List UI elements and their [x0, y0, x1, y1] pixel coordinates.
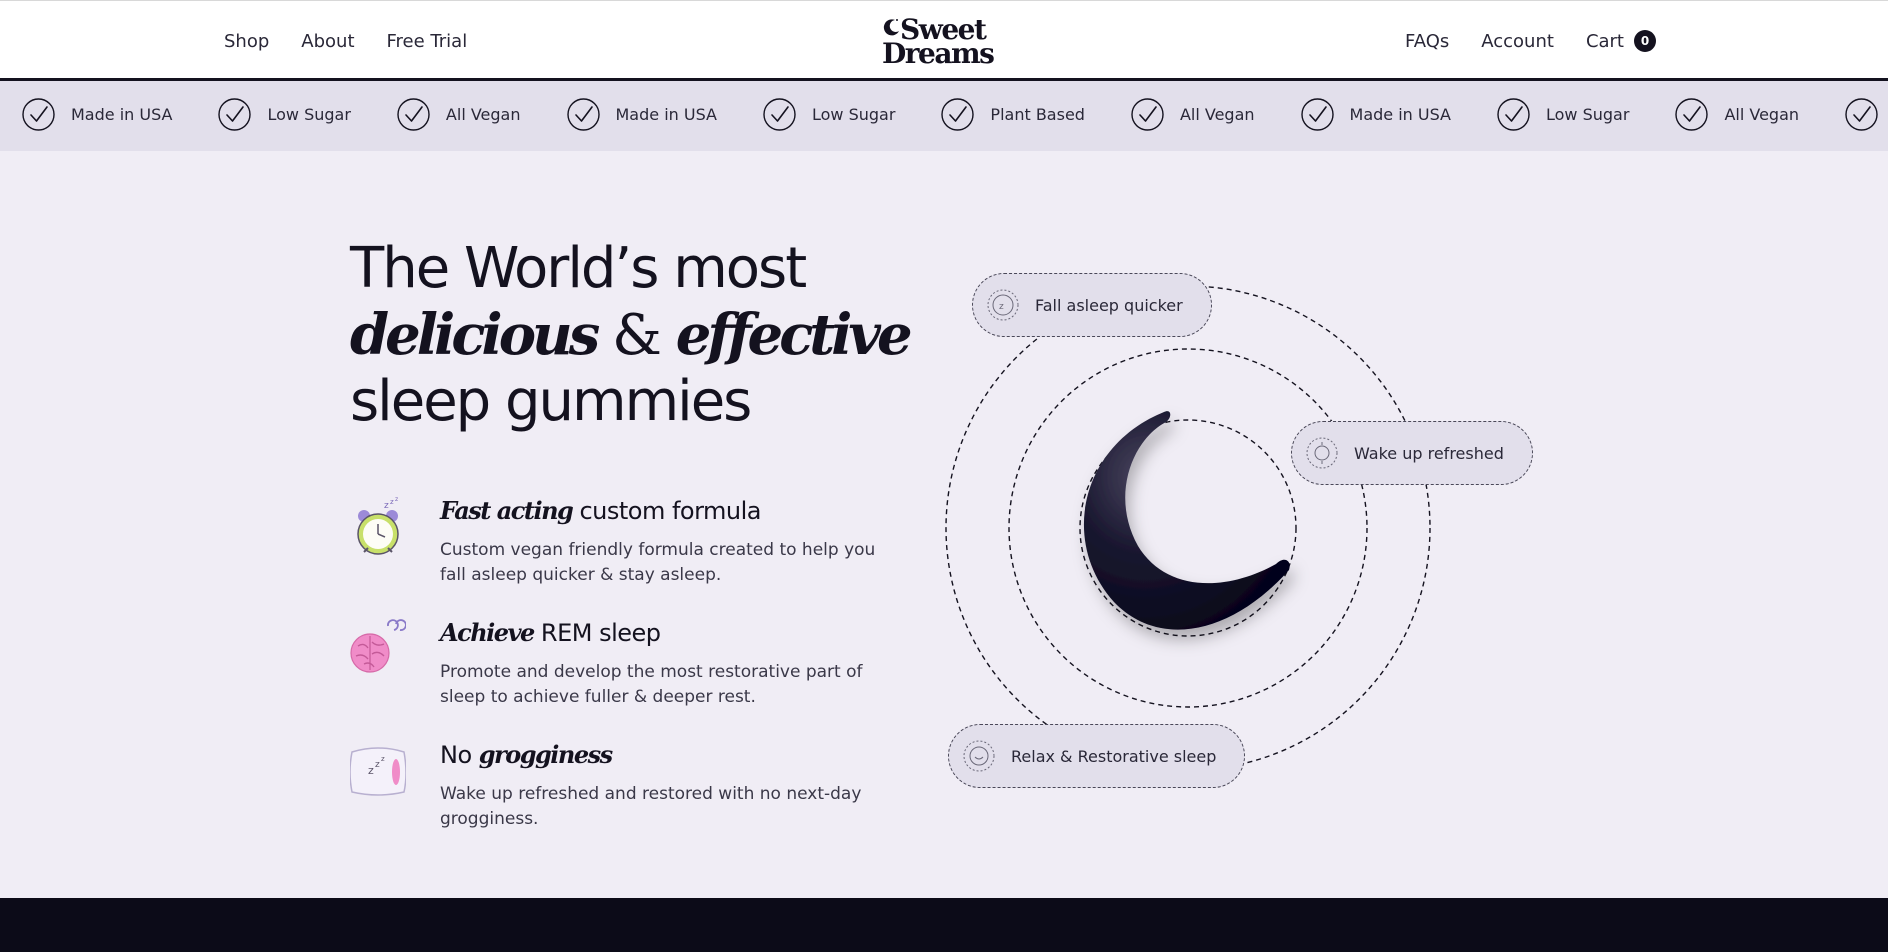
check-circle-icon [218, 98, 252, 131]
ticker-label: All Vegan [445, 105, 521, 124]
feature-description: Promote and develop the most restorative… [440, 662, 863, 707]
feature-fast-acting: z z z Fast acting custom formula Custom … [350, 496, 890, 596]
ticker-track: Made in USA Low Sugar All Vegan Made in USA… [22, 98, 1888, 131]
feature-description: Wake up refreshed and restored with no n… [440, 784, 862, 829]
svg-text:z: z [395, 496, 398, 503]
headline-delicious: delicious [350, 302, 600, 368]
hero-headline: The World’s most delicious & effective s… [350, 236, 913, 435]
feature-title: Achieve REM sleep [440, 618, 661, 647]
ticker-item: Low Sugar [218, 98, 351, 131]
headline-line2: delicious & effective [350, 302, 913, 369]
feature-title-rest: No [440, 741, 479, 769]
svg-text:z: z [390, 498, 394, 506]
headline-line3: sleep gummies [350, 369, 752, 434]
ticker-item: All Vegan [397, 98, 521, 131]
feature-no-grogginess: z z z No grogginess Wake up refreshed an… [350, 740, 890, 840]
feature-rem-sleep: Achieve REM sleep Promote and develop th… [350, 618, 890, 718]
crescent-moon-icon [883, 19, 899, 36]
pill-label: Relax & Restorative sleep [1011, 746, 1217, 766]
secondary-nav: FAQs Account Cart 0 [1405, 30, 1656, 52]
pill-wake-up-refreshed: Wake up refreshed [1291, 421, 1533, 485]
svg-text:z: z [368, 764, 374, 777]
sleep-badge-icon: z [987, 289, 1019, 321]
sun-badge-icon [1306, 437, 1338, 469]
dark-section-band [0, 898, 1888, 952]
logo-text-line2: Dreams [882, 37, 995, 70]
ticker-label: Made in USA [615, 105, 717, 124]
check-circle-icon [941, 98, 975, 131]
ticker-item: All Vegan [1131, 98, 1255, 131]
ticker-item: Plant Based [941, 98, 1085, 131]
cart-count-badge: 0 [1634, 30, 1656, 52]
pill-fall-asleep-quicker: z Fall asleep quicker [972, 273, 1212, 337]
ticker-label: Low Sugar [267, 105, 351, 124]
nav-free-trial-link[interactable]: Free Trial [387, 31, 468, 52]
ticker-label: All Vegan [1724, 105, 1800, 124]
site-header: Shop About Free Trial Sweet Dreams FAQs … [0, 0, 1888, 81]
headline-ampersand: & [596, 303, 676, 368]
check-circle-icon [1845, 98, 1878, 131]
crescent-moon-icon [1083, 411, 1290, 630]
feature-title-emphasis: Achieve [440, 618, 535, 647]
ticker-label: Low Sugar [1546, 105, 1630, 124]
check-circle-icon [1131, 98, 1164, 131]
brand-logo[interactable]: Sweet Dreams [878, 15, 1002, 69]
ticker-label: Made in USA [71, 105, 173, 124]
pillow-icon: z z z [350, 747, 406, 796]
ticker-label: All Vegan [1179, 105, 1255, 124]
benefits-ticker: Made in USA Low Sugar All Vegan Made in USA… [0, 81, 1888, 151]
ticker-item: Low Sugar [1497, 98, 1629, 131]
pill-relax-restorative-sleep: Relax & Restorative sleep [948, 724, 1246, 788]
pill-label: Fall asleep quicker [1035, 295, 1183, 315]
alarm-clock-icon: z z z [357, 496, 399, 555]
ticker-item: Low Sugar [763, 98, 895, 131]
check-circle-icon [397, 98, 430, 131]
feature-title-rest: REM sleep [533, 619, 661, 647]
feature-title-emphasis: Fast acting [440, 496, 574, 525]
nav-about-link[interactable]: About [301, 31, 354, 52]
check-circle-icon [566, 98, 600, 131]
ticker-item: Made in USA [1845, 98, 1888, 131]
feature-title: No grogginess [440, 740, 613, 769]
ticker-label: Made in USA [1349, 105, 1451, 124]
svg-text:z: z [384, 501, 389, 511]
ticker-item: Made in USA [1300, 98, 1451, 131]
feature-title-rest: custom formula [572, 497, 762, 525]
check-circle-icon [1497, 98, 1530, 131]
pill-label: Wake up refreshed [1354, 443, 1504, 463]
svg-text:z: z [375, 760, 380, 770]
nav-account-link[interactable]: Account [1481, 31, 1554, 52]
svg-text:z: z [999, 302, 1004, 312]
headline-line1: The World’s most [350, 236, 807, 301]
ticker-label: Low Sugar [811, 105, 896, 124]
brain-icon [350, 619, 406, 673]
nav-shop-link[interactable]: Shop [224, 31, 269, 52]
feature-description: Custom vegan friendly formula created to… [440, 540, 876, 585]
primary-nav: Shop About Free Trial [224, 31, 467, 52]
cart-label: Cart [1585, 30, 1624, 52]
orbit-rings [945, 285, 1431, 771]
relax-badge-icon [963, 740, 995, 772]
ticker-label: Plant Based [990, 105, 1085, 124]
feature-title: Fast acting custom formula [440, 496, 762, 525]
check-circle-icon [1300, 98, 1334, 131]
check-circle-icon [763, 98, 796, 131]
feature-title-emphasis: grogginess [478, 740, 613, 769]
headline-effective: effective [675, 302, 913, 368]
ticker-item: Made in USA [22, 98, 172, 131]
svg-text:z: z [381, 755, 385, 763]
benefits-orbit-illustration: z Fall asleep quicker Wake up refreshed … [940, 270, 1540, 800]
check-circle-icon [22, 98, 55, 131]
ticker-item: All Vegan [1675, 98, 1799, 131]
ticker-item: Made in USA [566, 98, 717, 131]
cart-button[interactable]: Cart 0 [1586, 30, 1656, 52]
nav-faqs-link[interactable]: FAQs [1405, 31, 1449, 52]
check-circle-icon [1675, 98, 1709, 131]
